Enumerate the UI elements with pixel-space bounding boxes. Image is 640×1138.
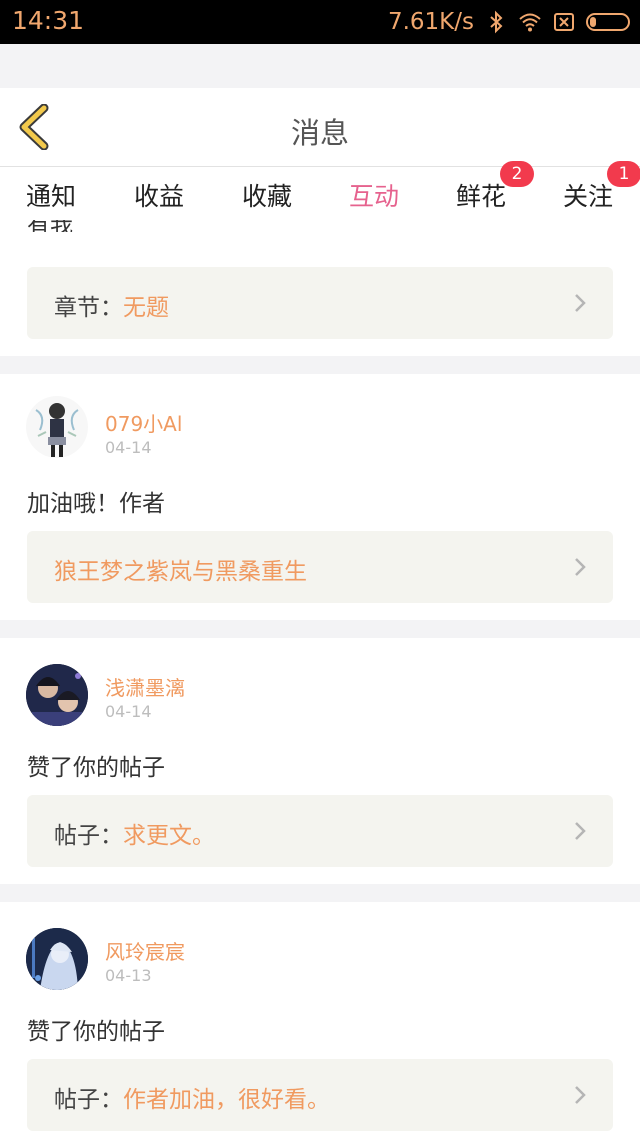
message-text: 有我 xyxy=(27,220,73,232)
ref-label: 章节： xyxy=(54,295,123,321)
chevron-right-icon xyxy=(575,294,586,312)
avatar-image xyxy=(26,928,88,990)
status-icons: 7.61K/s xyxy=(388,6,630,38)
avatar[interactable] xyxy=(26,396,88,458)
battery-level xyxy=(590,17,596,27)
chevron-right-icon xyxy=(575,1086,586,1104)
list-item: 079小Al 04-14 加油哦！作者 狼王梦之紫岚与黑桑重生 xyxy=(0,374,640,620)
chevron-right-icon xyxy=(575,558,586,576)
message-list: 有我 章节：无题 079小Al 04-14 加油哦！作 xyxy=(0,220,640,1138)
ref-text: 章节：无题 xyxy=(54,288,169,322)
avatar-image xyxy=(26,664,88,726)
sim-icon xyxy=(554,13,574,31)
ref-text: 狼王梦之紫岚与黑桑重生 xyxy=(54,552,307,586)
post-link[interactable]: 帖子：作者加油，很好看。 xyxy=(27,1059,613,1131)
status-time: 14:31 xyxy=(12,6,85,35)
tab-notice[interactable]: 通知 xyxy=(26,177,76,213)
ref-value: 作者加油，很好看。 xyxy=(123,1087,330,1113)
tab-earnings[interactable]: 收益 xyxy=(134,177,184,213)
navbar: 消息 xyxy=(0,88,640,167)
tab-bar: 通知 收益 收藏 互动 鲜花 2 关注 1 xyxy=(0,161,640,225)
date: 04-14 xyxy=(105,438,152,457)
date: 04-13 xyxy=(105,966,152,985)
tab-interactions[interactable]: 互动 xyxy=(349,177,400,225)
post-link[interactable]: 帖子：求更文。 xyxy=(27,795,613,867)
username[interactable]: 风玲宸宸 xyxy=(105,936,185,965)
username[interactable]: 079小Al xyxy=(105,408,182,437)
avatar-image xyxy=(26,396,88,458)
wifi-icon xyxy=(519,13,541,32)
battery-icon xyxy=(586,13,630,31)
ref-text: 帖子：作者加油，很好看。 xyxy=(54,1080,330,1114)
network-speed: 7.61K/s xyxy=(387,9,474,35)
bluetooth-icon xyxy=(490,10,503,34)
ref-text: 帖子：求更文。 xyxy=(54,816,215,850)
list-item: 有我 章节：无题 xyxy=(0,220,640,356)
ref-label: 帖子： xyxy=(54,823,123,849)
status-bar: 14:31 7.61K/s xyxy=(0,0,640,44)
tab-label: 收益 xyxy=(134,182,185,211)
date: 04-14 xyxy=(105,702,152,721)
tab-label: 通知 xyxy=(26,182,77,211)
tab-flowers[interactable]: 鲜花 2 xyxy=(456,161,534,213)
book-link[interactable]: 狼王梦之紫岚与黑桑重生 xyxy=(27,531,613,603)
tab-label: 关注 xyxy=(563,182,614,211)
tab-favorites[interactable]: 收藏 xyxy=(242,177,292,213)
tab-label: 鲜花 xyxy=(456,182,507,211)
tab-label: 互动 xyxy=(349,182,400,211)
tab-follows[interactable]: 关注 1 xyxy=(563,161,640,213)
tab-badge: 1 xyxy=(607,161,640,187)
username[interactable]: 浅潇墨漓 xyxy=(105,672,185,701)
ref-value: 狼王梦之紫岚与黑桑重生 xyxy=(54,559,307,585)
list-item: 风玲宸宸 04-13 赞了你的帖子 帖子：作者加油，很好看。 xyxy=(0,902,640,1138)
message-text: 赞了你的帖子 xyxy=(27,1019,165,1045)
ref-label: 帖子： xyxy=(54,1087,123,1113)
message-text: 赞了你的帖子 xyxy=(27,755,165,781)
chevron-right-icon xyxy=(575,822,586,840)
ref-value: 无题 xyxy=(123,295,169,321)
page-title: 消息 xyxy=(290,116,349,150)
tab-label: 收藏 xyxy=(242,182,293,211)
list-item: 浅潇墨漓 04-14 赞了你的帖子 帖子：求更文。 xyxy=(0,638,640,884)
avatar[interactable] xyxy=(26,928,88,990)
tab-badge: 2 xyxy=(500,161,534,187)
message-text: 加油哦！作者 xyxy=(27,491,165,517)
avatar[interactable] xyxy=(26,664,88,726)
chapter-link[interactable]: 章节：无题 xyxy=(27,267,613,339)
ref-value: 求更文。 xyxy=(123,823,215,849)
